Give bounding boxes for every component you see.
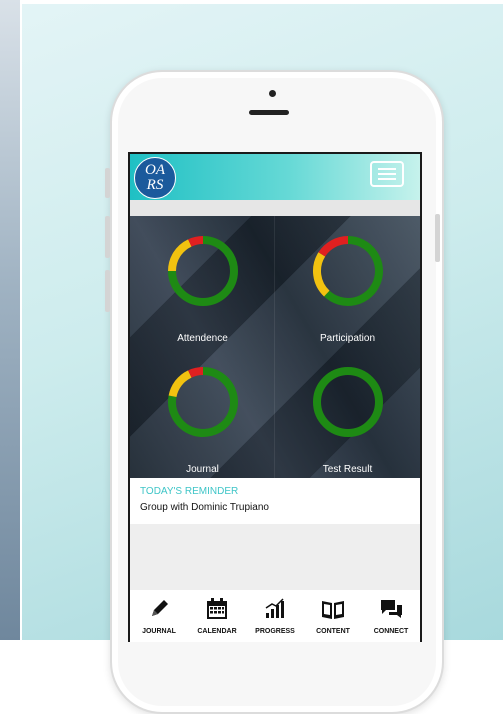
attendance-donut xyxy=(168,236,238,306)
hamburger-menu-icon xyxy=(378,178,396,180)
donut-segment-1 xyxy=(313,252,330,297)
phone-volume-down xyxy=(105,270,110,312)
test-result-label: Test Result xyxy=(322,464,373,475)
nav-content[interactable]: CONTENT xyxy=(304,596,362,635)
pencil-icon xyxy=(152,600,168,616)
nav-journal[interactable]: JOURNAL xyxy=(130,596,188,635)
content-area xyxy=(130,524,420,590)
attendance-tile[interactable]: Attendence xyxy=(130,216,275,347)
nav-progress[interactable]: PROGRESS xyxy=(246,596,304,635)
hamburger-menu-icon xyxy=(378,173,396,175)
donut-segment-1 xyxy=(168,370,192,398)
hamburger-menu-button[interactable] xyxy=(370,161,404,187)
nav-connect-label: CONNECT xyxy=(373,628,409,635)
donut-segment-1 xyxy=(168,239,192,272)
nav-calendar[interactable]: CALENDAR xyxy=(188,596,246,635)
journal-donut xyxy=(168,367,238,437)
journal-label: Journal xyxy=(186,464,219,475)
reminder-text: Group with Dominic Trupiano xyxy=(140,502,269,513)
donut-segment-2 xyxy=(188,236,204,247)
participation-tile[interactable]: Participation xyxy=(275,216,420,347)
dashboard-panel: Attendence Participation Journal Test Re… xyxy=(130,216,420,478)
app-screen: OA RS Attendence Participation Journal T… xyxy=(128,152,422,642)
donut-segment-0 xyxy=(324,236,383,306)
header-divider xyxy=(130,200,420,216)
reminder-card[interactable]: TODAY'S REMINDER Group with Dominic Trup… xyxy=(130,478,420,524)
bottom-nav: JOURNAL CALENDAR PROGRESS CONTENT CONNEC… xyxy=(130,590,420,642)
oars-logo[interactable]: OA RS xyxy=(134,157,176,199)
bar-chart-icon xyxy=(265,598,284,618)
logo-line-2: RS xyxy=(146,177,164,193)
donut-segment-2 xyxy=(318,236,349,257)
app-header: OA RS xyxy=(130,154,420,200)
phone-volume-up xyxy=(105,216,110,258)
chat-bubbles-icon xyxy=(381,600,402,618)
participation-donut xyxy=(313,236,383,306)
phone-speaker xyxy=(249,110,289,115)
nav-calendar-label: CALENDAR xyxy=(197,628,237,635)
nav-progress-label: PROGRESS xyxy=(255,628,295,635)
reminder-title: TODAY'S REMINDER xyxy=(140,486,239,497)
phone-mute-switch xyxy=(105,168,110,198)
nav-journal-label: JOURNAL xyxy=(142,628,176,635)
logo-line-1: OA xyxy=(145,162,165,178)
nav-connect[interactable]: CONNECT xyxy=(362,596,420,635)
book-icon xyxy=(322,601,344,619)
nav-content-label: CONTENT xyxy=(316,628,350,635)
attendance-label: Attendence xyxy=(177,333,228,344)
journal-tile[interactable]: Journal xyxy=(130,347,275,478)
donut-segment-0 xyxy=(313,367,383,437)
calendar-icon xyxy=(207,598,227,619)
test-result-donut xyxy=(313,367,383,437)
phone-camera xyxy=(269,90,276,97)
phone-power-button xyxy=(435,214,440,262)
test-result-tile[interactable]: Test Result xyxy=(275,347,420,478)
background-strip xyxy=(0,0,20,640)
participation-label: Participation xyxy=(319,333,376,344)
hamburger-menu-icon xyxy=(378,168,396,170)
donut-segment-2 xyxy=(188,367,204,378)
